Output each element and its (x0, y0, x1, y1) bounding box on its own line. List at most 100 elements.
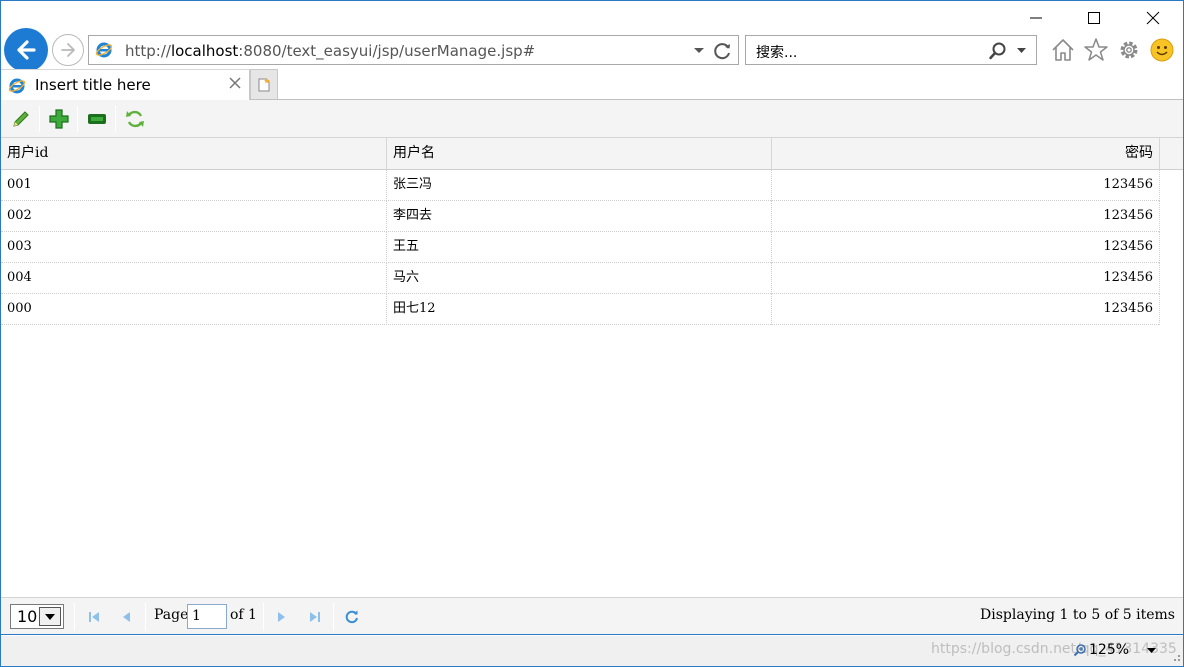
add-button[interactable] (47, 107, 71, 131)
pager-separator (145, 603, 146, 631)
add-plus-icon (49, 109, 69, 129)
column-header-username[interactable]: 用户名 (387, 138, 772, 169)
prev-page-icon (123, 612, 130, 622)
forward-button[interactable] (52, 34, 84, 66)
column-header-id[interactable]: 用户id (1, 138, 387, 169)
table-row[interactable]: 004 马六 123456 (1, 263, 1160, 294)
edit-button[interactable] (9, 107, 33, 131)
page-number-input[interactable]: 1 (187, 604, 227, 629)
search-icon[interactable] (988, 41, 1008, 61)
column-header-password[interactable]: 密码 (772, 138, 1160, 169)
remove-minus-icon (88, 114, 106, 124)
home-button[interactable] (1049, 36, 1077, 64)
url-scheme: http:// (125, 42, 171, 60)
table-row[interactable]: 002 李四去 123456 (1, 201, 1160, 232)
datagrid-header: 用户id 用户名 密码 (1, 138, 1183, 170)
table-row[interactable]: 003 王五 123456 (1, 232, 1160, 263)
ie-logo-icon (95, 42, 113, 58)
chevron-down-icon (39, 607, 61, 626)
zoom-control[interactable]: 125% (1073, 642, 1129, 658)
url-host: localhost (170, 42, 239, 60)
pager-separator (333, 603, 334, 631)
zoom-dropdown-icon[interactable] (1146, 647, 1157, 654)
page-label: Page (154, 607, 189, 623)
settings-button[interactable] (1115, 36, 1143, 64)
watermark: https://blog.csdn.net/qq_41314335 (931, 641, 1177, 657)
cell-username: 张三冯 (387, 170, 772, 201)
refresh-icon[interactable] (713, 41, 733, 61)
cell-id: 000 (1, 294, 387, 325)
cell-id: 001 (1, 170, 387, 201)
dropdown-arrow-icon[interactable] (693, 47, 705, 55)
cell-username: 王五 (387, 232, 772, 263)
refresh-icon (345, 610, 358, 624)
maximize-icon (1088, 12, 1100, 24)
first-page-icon (89, 612, 99, 622)
cell-id: 002 (1, 201, 387, 232)
back-button[interactable] (4, 28, 48, 72)
arrow-right-icon (61, 43, 75, 57)
cell-password: 123456 (772, 294, 1160, 325)
star-icon (1084, 38, 1108, 61)
cell-password: 123456 (772, 201, 1160, 232)
toolbar-separator (77, 106, 78, 132)
home-icon (1052, 39, 1074, 61)
address-bar[interactable]: http://localhost:8080/text_easyui/jsp/us… (88, 35, 739, 65)
next-page-button[interactable] (272, 607, 292, 627)
status-bar: https://blog.csdn.net/qq_41314335 125% (1, 636, 1183, 666)
cell-password: 123456 (772, 170, 1160, 201)
remove-button[interactable] (85, 107, 109, 131)
minimize-button[interactable] (1013, 4, 1059, 32)
gear-icon (1120, 41, 1138, 59)
ie-logo-icon (8, 78, 26, 94)
smiley-icon (1150, 38, 1174, 62)
toolbar-separator (39, 106, 40, 132)
new-tab-icon (258, 77, 270, 91)
arrow-left-icon (17, 40, 36, 60)
close-window-button[interactable] (1130, 4, 1176, 32)
page-total-label: of 1 (230, 607, 257, 623)
address-url: http://localhost:8080/text_easyui/jsp/us… (125, 42, 535, 60)
cell-password: 123456 (772, 232, 1160, 263)
reload-button[interactable] (123, 107, 147, 131)
first-page-button[interactable] (84, 607, 104, 627)
prev-page-button[interactable] (116, 607, 136, 627)
edit-pencil-icon (13, 111, 29, 127)
feedback-button[interactable] (1148, 36, 1176, 64)
pager-separator (263, 603, 264, 631)
pager-separator (74, 603, 75, 631)
search-placeholder: 搜索... (756, 45, 798, 61)
tab-title: Insert title here (35, 76, 151, 94)
minimize-icon (1030, 17, 1042, 19)
page-size-value: 10 (17, 607, 38, 626)
table-row[interactable]: 000 田七12 123456 (1, 294, 1160, 325)
last-page-icon (310, 612, 320, 622)
resize-grip-icon[interactable] (1171, 652, 1181, 662)
last-page-button[interactable] (305, 607, 325, 627)
zoom-level: 125% (1089, 642, 1130, 658)
toolbar-separator (115, 106, 116, 132)
page-size-select[interactable]: 10 (10, 604, 64, 629)
favorites-button[interactable] (1082, 36, 1110, 64)
cell-username: 田七12 (387, 294, 772, 325)
pager-info: Displaying 1 to 5 of 5 items (980, 607, 1175, 623)
new-tab-button[interactable] (250, 69, 278, 99)
url-path: :8080/text_easyui/jsp/userManage.jsp# (238, 42, 536, 60)
datagrid-pager: 10 Page 1 of 1 Displaying 1 to 5 of 5 it… (1, 597, 1183, 635)
cell-id: 003 (1, 232, 387, 263)
tab-active[interactable]: Insert title here (1, 69, 250, 100)
refresh-page-button[interactable] (342, 607, 362, 627)
table-row[interactable]: 001 张三冯 123456 (1, 170, 1160, 201)
maximize-button[interactable] (1071, 4, 1117, 32)
reload-icon (126, 110, 144, 128)
cell-username: 李四去 (387, 201, 772, 232)
close-tab-icon[interactable] (227, 75, 243, 91)
datagrid-toolbar (1, 100, 1183, 138)
cell-id: 004 (1, 263, 387, 294)
cell-password: 123456 (772, 263, 1160, 294)
search-box[interactable]: 搜索... (745, 35, 1037, 65)
next-page-icon (278, 612, 285, 622)
close-icon (1146, 11, 1160, 25)
search-dropdown-icon[interactable] (1016, 47, 1027, 55)
zoom-icon (1073, 644, 1086, 657)
